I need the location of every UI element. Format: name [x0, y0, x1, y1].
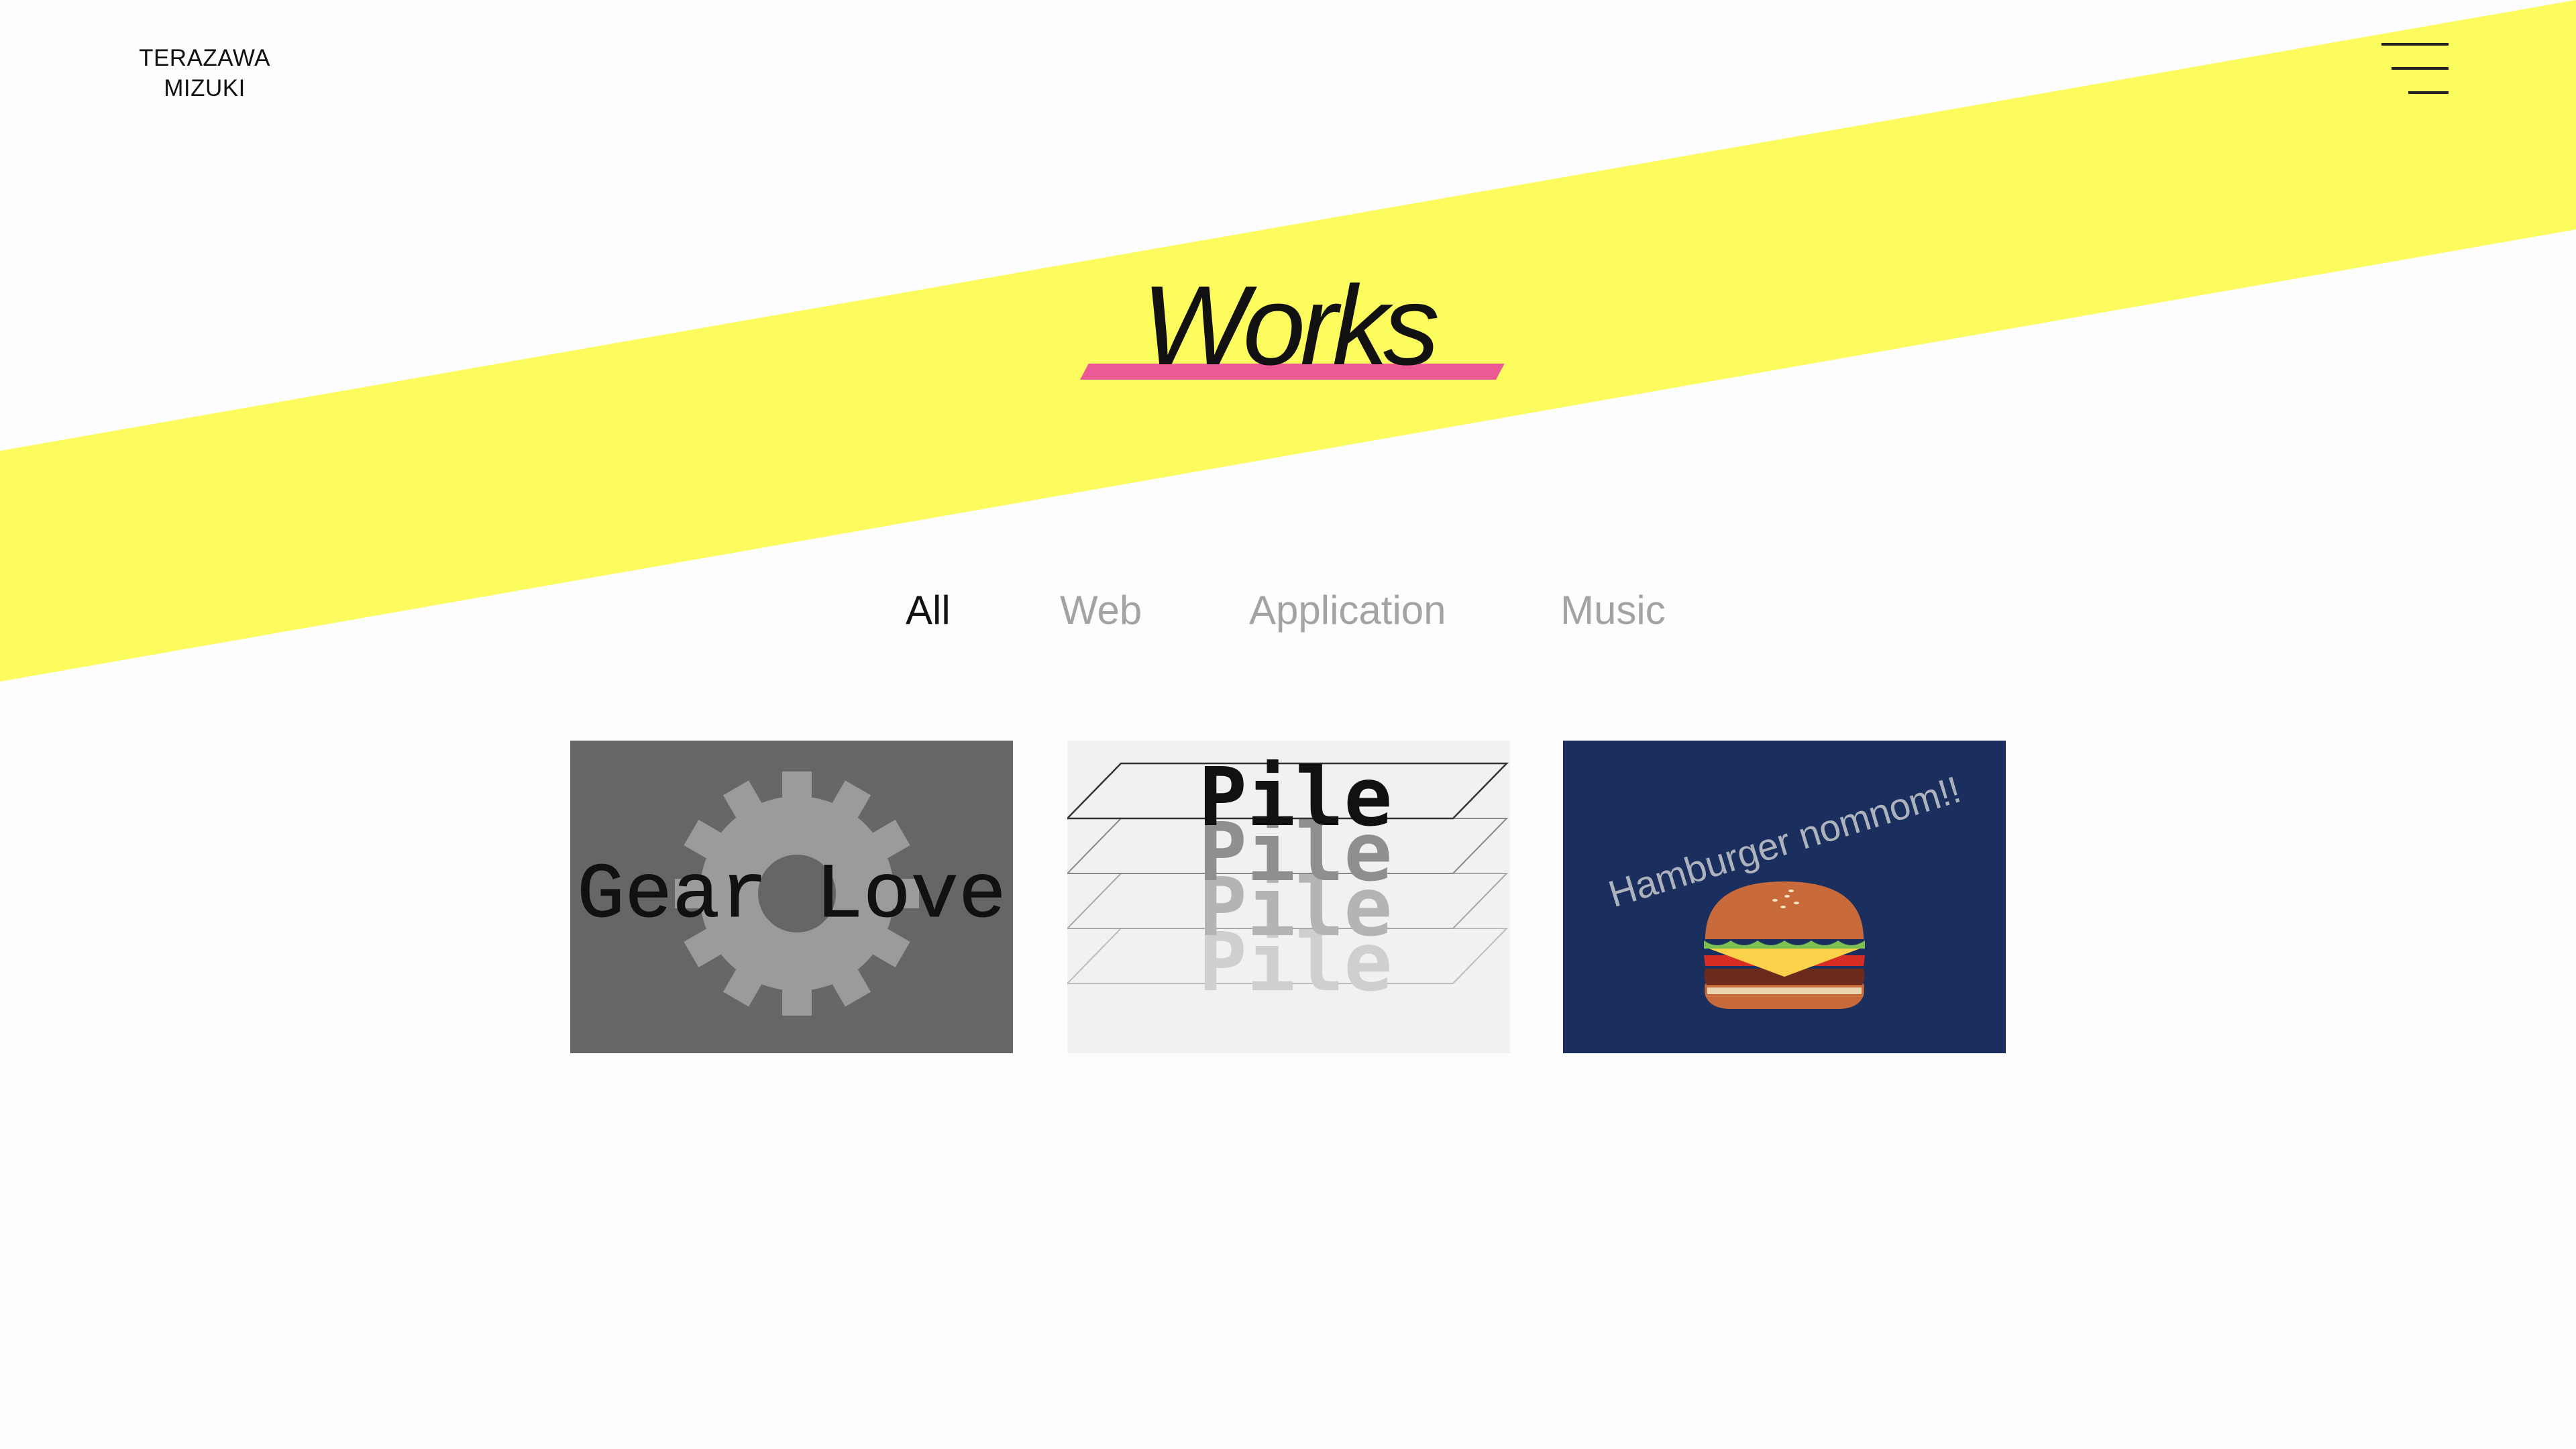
hamburger-thumbnail: Hamburger nomnom!!: [1563, 741, 2006, 1053]
works-grid: Gear Love Pile Pile Pile Pile Hamburger …: [570, 741, 2006, 1056]
work-title: Pile: [1199, 751, 1393, 845]
menu-line: [2381, 43, 2449, 46]
gear-love-thumbnail: Gear Love: [570, 741, 1013, 1053]
pile-thumbnail: Pile Pile Pile Pile: [1067, 741, 1510, 1053]
page-title-block: Works: [1080, 262, 1505, 396]
hamburger-menu-icon[interactable]: [2375, 38, 2449, 99]
page: TERAZAWA MIZUKI Works All Web Applicatio…: [0, 0, 2576, 1449]
category-filter-tabs: All Web Application Music: [0, 584, 2576, 637]
work-card-gear-love[interactable]: Gear Love: [570, 741, 1013, 1053]
tab-application[interactable]: Application: [1249, 584, 1446, 637]
work-card-hamburger[interactable]: Hamburger nomnom!!: [1563, 741, 2006, 1053]
tab-music[interactable]: Music: [1560, 584, 1666, 637]
menu-line: [2392, 67, 2449, 70]
page-title: Works: [1142, 262, 1440, 388]
work-card-pile[interactable]: Pile Pile Pile Pile: [1067, 741, 1510, 1053]
tab-all[interactable]: All: [906, 584, 951, 637]
site-logo[interactable]: TERAZAWA MIZUKI: [107, 43, 302, 103]
work-title: Gear Love: [577, 851, 1006, 940]
logo-line-1: TERAZAWA: [139, 45, 270, 71]
menu-line: [2408, 91, 2449, 94]
logo-line-2: MIZUKI: [164, 75, 246, 101]
hamburger-food-icon: [1704, 881, 1865, 1009]
tab-web[interactable]: Web: [1060, 584, 1142, 637]
diagonal-yellow-stripe: [0, 0, 2576, 682]
